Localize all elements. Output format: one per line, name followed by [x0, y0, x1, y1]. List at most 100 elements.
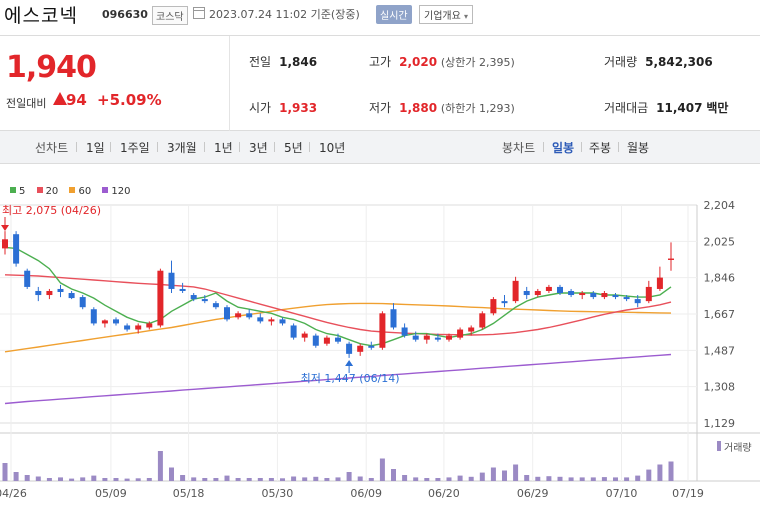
volume-bar	[379, 458, 385, 481]
ma120-line	[4, 353, 672, 405]
volume-bar	[490, 467, 496, 481]
volume-bar	[601, 477, 607, 481]
candle-body	[190, 295, 197, 300]
divider	[581, 142, 582, 152]
amount-label: 거래대금	[604, 101, 649, 115]
amount-unit: 백만	[706, 101, 729, 115]
ma20-line	[4, 274, 672, 336]
candle-body	[157, 270, 164, 326]
candle-body	[13, 234, 20, 264]
tab-weekly[interactable]: 주봉	[589, 139, 611, 156]
y-tick-label: 2,025	[704, 235, 736, 248]
current-price: 1,940	[6, 50, 97, 85]
volume-bar	[668, 461, 674, 481]
volume-bar	[91, 475, 97, 481]
volume-bar	[391, 469, 396, 481]
volume-bar	[568, 477, 574, 481]
volume-bar	[402, 475, 408, 481]
y-tick-label: 1,129	[704, 417, 736, 430]
candle-body	[335, 337, 341, 342]
low-price: 저가 1,880 (하한가 1,293)	[369, 99, 515, 116]
volume-bar	[446, 477, 452, 481]
legend-swatch-ma5	[10, 187, 16, 193]
candle-body	[257, 317, 264, 322]
calendar-icon	[193, 7, 205, 19]
low-value: 1,880	[399, 101, 438, 115]
candle-body	[557, 286, 563, 294]
candle-body	[146, 323, 153, 328]
volume-label: 거래량	[724, 442, 752, 454]
change-value: 94	[66, 91, 87, 109]
tab-monthly[interactable]: 월봉	[627, 139, 649, 156]
volume-bar	[635, 475, 641, 481]
volume-bar	[102, 478, 108, 481]
volume-bar	[80, 477, 86, 481]
candle-body	[46, 290, 53, 296]
candle-body	[323, 337, 330, 344]
divider	[110, 142, 111, 152]
volume-bar	[424, 478, 430, 481]
divider	[239, 142, 240, 152]
chevron-down-icon: ▾	[464, 12, 469, 21]
volume-bar	[524, 475, 530, 481]
tab-3m[interactable]: 3개월	[167, 139, 197, 156]
prev-value: 1,846	[279, 55, 318, 69]
volume-bar	[157, 451, 163, 481]
candle-body	[457, 329, 464, 338]
low-label: 저가	[369, 101, 392, 115]
x-tick-label: 06/29	[517, 487, 549, 500]
tab-5y[interactable]: 5년	[284, 139, 303, 156]
volume-bar	[224, 475, 230, 481]
candle-body	[57, 288, 64, 292]
candle-body	[401, 327, 408, 336]
candle-body	[2, 239, 8, 249]
tab-1w[interactable]: 1주일	[120, 139, 150, 156]
volume-bar	[191, 477, 197, 481]
tab-1y[interactable]: 1년	[214, 139, 233, 156]
tab-3y[interactable]: 3년	[249, 139, 268, 156]
tab-daily[interactable]: 일봉	[552, 139, 574, 156]
volume-bar	[235, 478, 241, 481]
y-tick-label: 1,487	[704, 344, 736, 357]
candle-body	[246, 313, 253, 318]
divider	[274, 142, 275, 152]
candle-body	[235, 313, 242, 318]
legend-swatch-ma60	[69, 187, 76, 193]
candle-body	[590, 293, 597, 298]
volume-bar	[435, 478, 441, 481]
volume-bar	[69, 478, 75, 481]
ma60-line	[4, 302, 672, 353]
x-tick-label: 05/30	[262, 487, 294, 500]
legend-ma120: 120	[111, 186, 131, 197]
upper-limit: (상한가 2,395)	[440, 56, 515, 69]
change-percent: +5.09%	[97, 91, 162, 109]
volume-bar	[646, 469, 652, 481]
candle-body	[434, 337, 441, 340]
candle-body	[468, 327, 475, 332]
tab-1d[interactable]: 1일	[86, 139, 105, 156]
x-tick-label: 05/09	[95, 487, 127, 500]
volume-bar	[202, 478, 208, 481]
candle-body	[490, 299, 497, 314]
tab-10y[interactable]: 10년	[319, 139, 345, 156]
high-price: 고가 2,020 (상한가 2,395)	[369, 53, 515, 70]
prev-label: 전일	[249, 55, 272, 69]
volume-bar	[513, 464, 519, 481]
volume-bar	[546, 476, 552, 481]
volume-bar	[502, 470, 507, 481]
x-tick-label: 07/19	[672, 487, 704, 500]
ma5-line	[4, 246, 672, 347]
volume-bar	[169, 467, 174, 481]
volume-bar	[46, 478, 52, 481]
open-value: 1,933	[279, 101, 318, 115]
x-tick-label: 07/10	[606, 487, 638, 500]
realtime-button[interactable]: 실시간	[376, 5, 412, 24]
company-info-dropdown[interactable]: 기업개요 ▾	[419, 5, 474, 24]
candle-body	[79, 297, 86, 308]
legend-ma20: 20	[45, 186, 59, 197]
divider	[618, 142, 619, 152]
candle-body	[101, 320, 108, 324]
divider	[309, 142, 310, 152]
candle-body	[179, 288, 186, 291]
volume-bar	[124, 478, 130, 481]
